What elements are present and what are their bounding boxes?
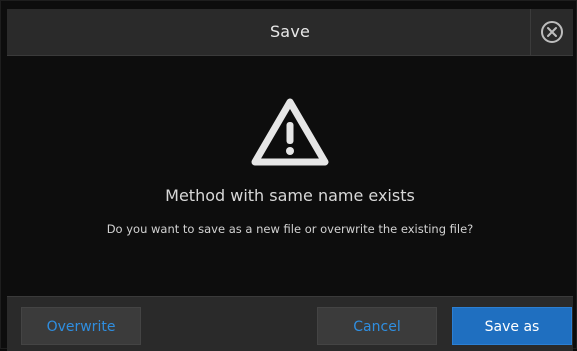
dialog-content: Method with same name exists Do you want…	[7, 56, 573, 296]
cancel-button[interactable]: Cancel	[317, 307, 437, 345]
dialog-headline: Method with same name exists	[165, 186, 415, 205]
save-dialog: Save Method with same name exists Do you…	[0, 0, 577, 351]
close-button[interactable]	[531, 9, 573, 55]
dialog-titlebar: Save	[7, 9, 573, 56]
save-as-button[interactable]: Save as	[452, 307, 572, 345]
dialog-title: Save	[269, 22, 311, 41]
overwrite-button[interactable]: Overwrite	[21, 307, 141, 345]
dialog-message: Do you want to save as a new file or ove…	[106, 222, 474, 236]
warning-triangle-icon	[251, 98, 329, 166]
dialog-footer: Overwrite Cancel Save as	[7, 296, 573, 351]
close-circle-icon	[541, 21, 563, 43]
